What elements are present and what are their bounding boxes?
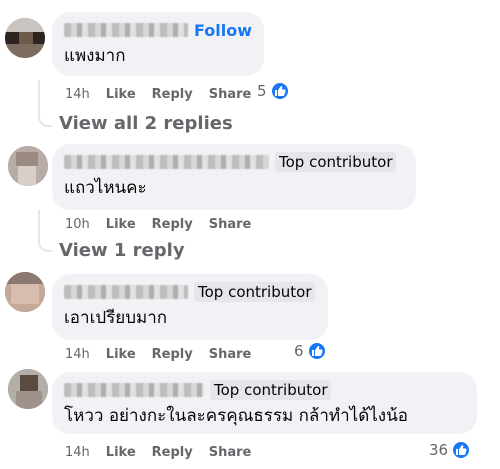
- comment-text: เอาเปรียบมาก: [64, 308, 168, 328]
- reaction-count-label: 36: [429, 441, 449, 459]
- comment-text: แถวไหนคะ: [64, 178, 147, 198]
- comment-bubble: Top contributor โหวว อย่างกะในละครคุณธรร…: [52, 372, 477, 434]
- view-replies-link[interactable]: View all 2 replies: [59, 113, 233, 134]
- share-button[interactable]: Share: [209, 347, 252, 362]
- avatar[interactable]: [8, 369, 48, 409]
- reaction-count[interactable]: 36: [429, 440, 472, 460]
- comment-actions: 14h Like Reply Share: [65, 85, 267, 103]
- reaction-count[interactable]: 6: [294, 341, 327, 361]
- reply-button[interactable]: Reply: [152, 347, 193, 362]
- comment-actions: 14h Like Reply Share: [65, 443, 267, 461]
- avatar[interactable]: [5, 272, 45, 312]
- like-button[interactable]: Like: [106, 445, 136, 460]
- like-button[interactable]: Like: [106, 87, 136, 102]
- author-name-redacted[interactable]: [64, 23, 188, 37]
- share-button[interactable]: Share: [209, 445, 252, 460]
- comment-actions: 14h Like Reply Share: [65, 345, 267, 363]
- timestamp[interactable]: 14h: [65, 87, 90, 102]
- like-thumb-icon: [306, 341, 327, 361]
- thread-connector: [38, 210, 52, 252]
- avatar[interactable]: [5, 18, 45, 58]
- reaction-count-label: 5: [257, 82, 267, 100]
- view-replies-link[interactable]: View 1 reply: [59, 240, 185, 261]
- comment-text: แพงมาก: [64, 46, 126, 66]
- like-thumb-icon: [451, 440, 472, 460]
- top-contributor-badge: Top contributor: [275, 152, 397, 172]
- author-name-redacted[interactable]: [64, 383, 204, 397]
- like-thumb-icon: [269, 81, 290, 101]
- reaction-count-label: 6: [294, 342, 304, 360]
- reply-button[interactable]: Reply: [152, 217, 193, 232]
- comment-bubble: Top contributor เอาเปรียบมาก: [52, 274, 328, 340]
- top-contributor-badge: Top contributor: [210, 380, 332, 400]
- comment-actions: 10h Like Reply Share: [65, 215, 267, 233]
- share-button[interactable]: Share: [209, 87, 252, 102]
- author-name-redacted[interactable]: [64, 155, 269, 169]
- share-button[interactable]: Share: [209, 217, 252, 232]
- reply-button[interactable]: Reply: [152, 445, 193, 460]
- reaction-count[interactable]: 5: [257, 81, 290, 101]
- timestamp[interactable]: 14h: [65, 445, 90, 460]
- top-contributor-badge: Top contributor: [194, 282, 316, 302]
- comment-bubble: Top contributor แถวไหนคะ: [52, 144, 416, 210]
- timestamp[interactable]: 14h: [65, 347, 90, 362]
- like-button[interactable]: Like: [106, 217, 136, 232]
- reply-button[interactable]: Reply: [152, 87, 193, 102]
- timestamp[interactable]: 10h: [65, 217, 90, 232]
- follow-button[interactable]: Follow: [194, 21, 252, 40]
- avatar[interactable]: [8, 146, 48, 186]
- thread-connector: [38, 80, 52, 127]
- comments-section: Follow แพงมาก 14h Like Reply Share 5 Vie…: [0, 0, 500, 469]
- comment-bubble: Follow แพงมาก: [52, 12, 264, 76]
- comment-text: โหวว อย่างกะในละครคุณธรรม กล้าทำได้ไงน้อ: [64, 406, 408, 426]
- author-name-redacted[interactable]: [64, 285, 188, 299]
- like-button[interactable]: Like: [106, 347, 136, 362]
